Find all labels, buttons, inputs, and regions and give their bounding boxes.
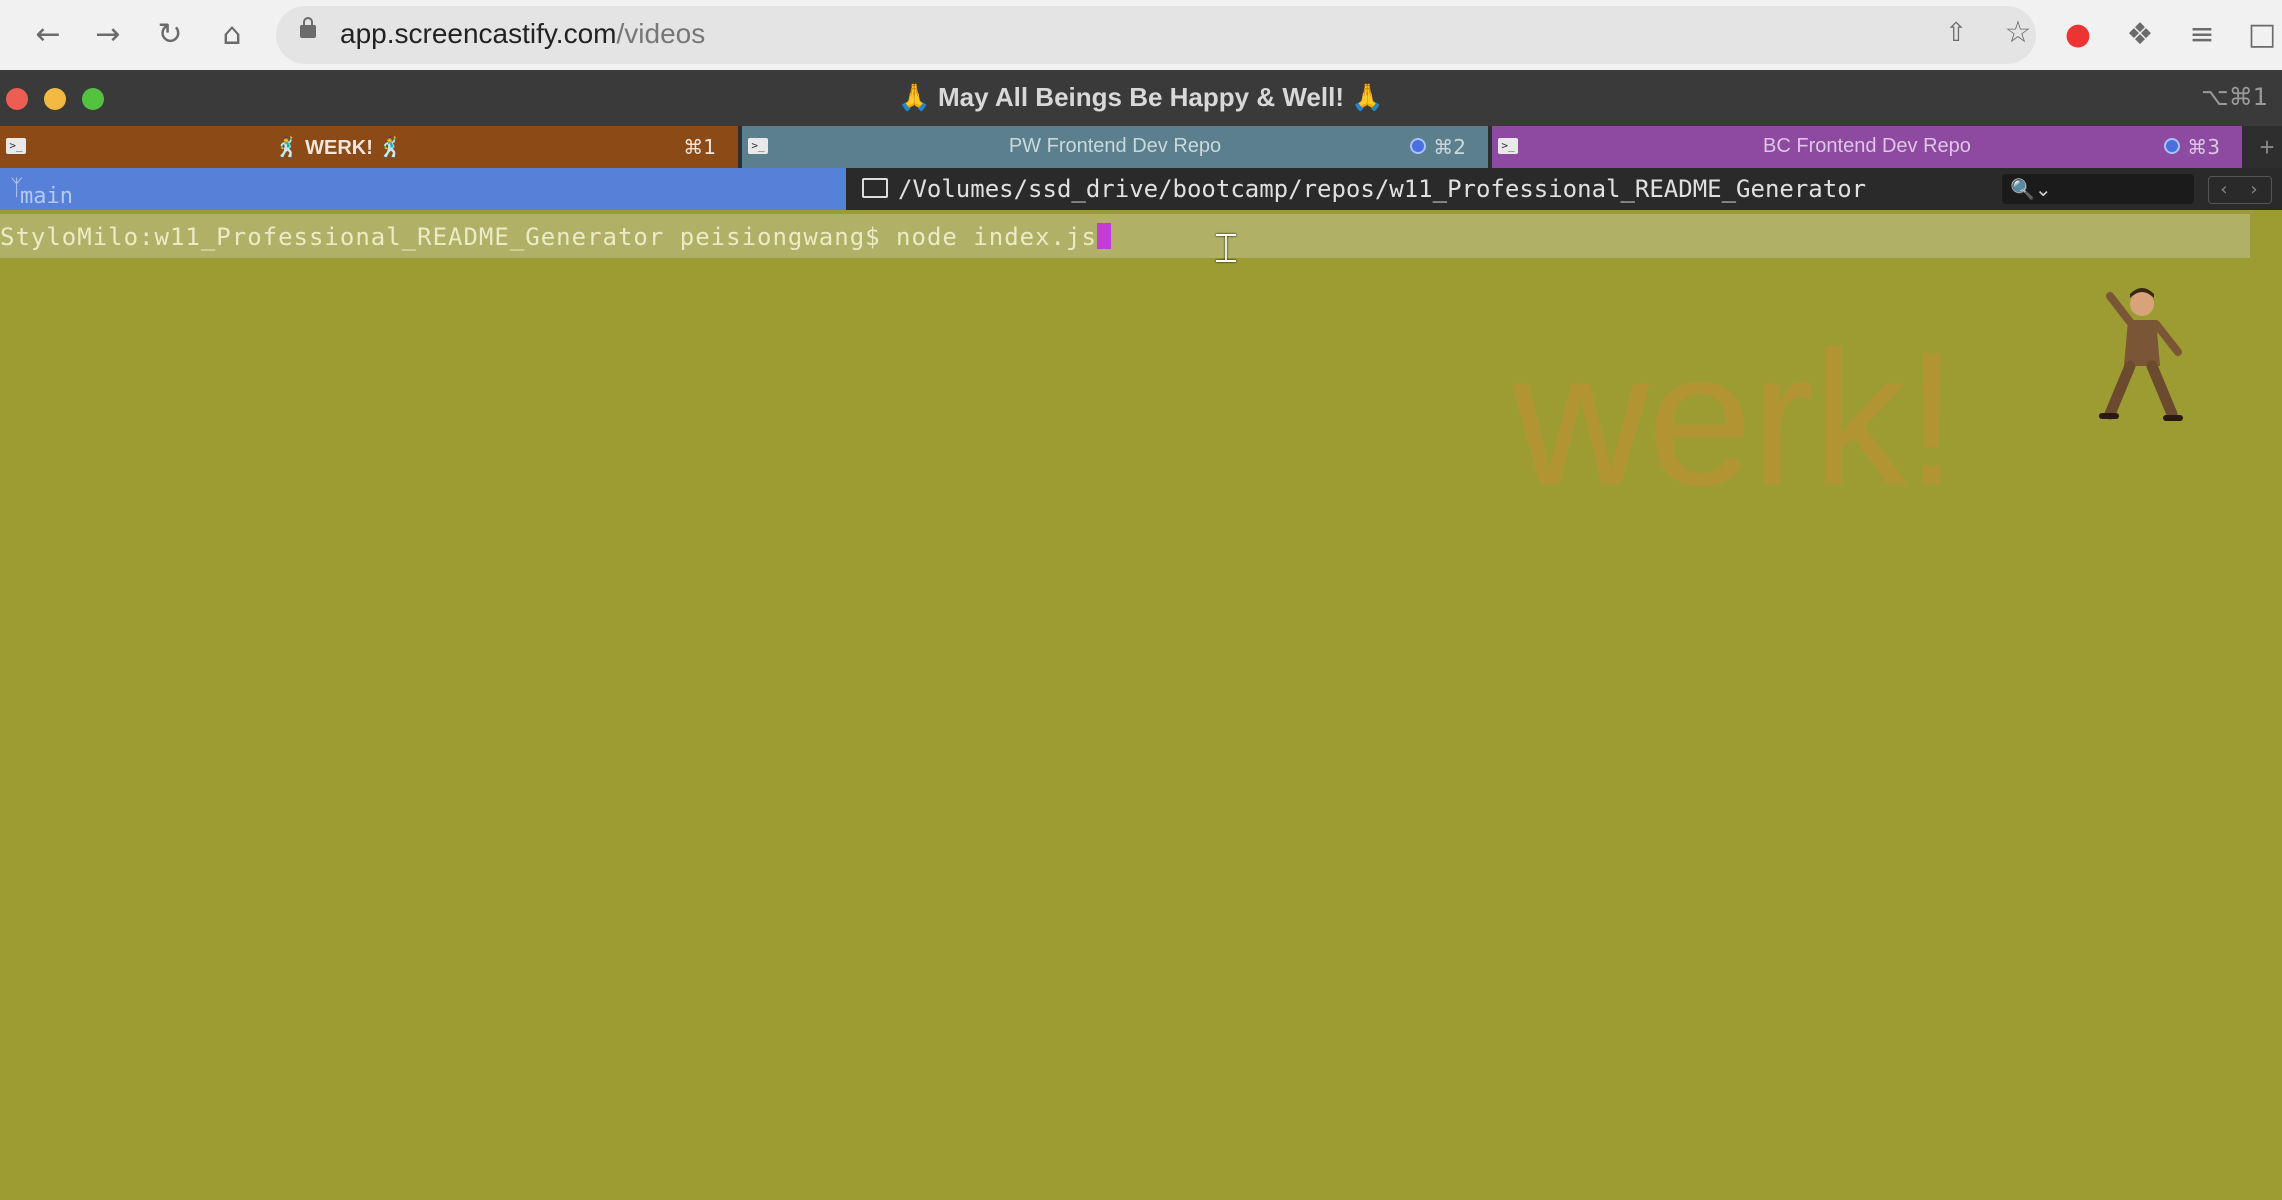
folder-icon xyxy=(862,178,888,198)
git-branch-segment[interactable]: ᛉ main xyxy=(0,168,846,210)
search-input[interactable]: 🔍⌄ xyxy=(2002,174,2194,204)
search-navigation: ‹ › xyxy=(2208,176,2272,204)
tab-bc-frontend-dev-repo[interactable]: >_ BC Frontend Dev Repo ⌘3 xyxy=(1492,126,2242,168)
add-tab-button[interactable]: + xyxy=(2252,126,2282,168)
ibeam-cursor-icon: ⌶ xyxy=(1214,226,1238,272)
tab-label: BC Frontend Dev Repo xyxy=(1763,135,1971,157)
window-shortcut: ⌥⌘1 xyxy=(2201,83,2268,111)
window-title: 🙏 May All Beings Be Happy & Well! 🙏 xyxy=(898,82,1384,112)
activity-dot-icon xyxy=(1410,138,1426,154)
text-cursor xyxy=(1096,223,1111,249)
terminal-pane[interactable]: StyloMilo:w11_Professional_README_Genera… xyxy=(0,210,2282,1200)
current-directory-path: /Volumes/ssd_drive/bootcamp/repos/w11_Pr… xyxy=(898,175,1867,203)
dancing-man-icon xyxy=(2099,288,2183,421)
search-icon: 🔍⌄ xyxy=(2010,177,2052,201)
current-directory[interactable]: /Volumes/ssd_drive/bootcamp/repos/w11_Pr… xyxy=(862,175,1866,203)
browser-toolbar: ← → ↻ ⌂ app.screencastify.com/videos ⇧ ☆… xyxy=(0,0,2282,71)
current-line-highlight: StyloMilo:w11_Professional_README_Genera… xyxy=(0,214,2250,258)
bookmark-star-icon[interactable]: ☆ xyxy=(2000,12,2036,54)
reading-list-icon[interactable]: ≡ xyxy=(2184,14,2220,56)
tab-label: PW Frontend Dev Repo xyxy=(1008,135,1222,157)
tab-pw-frontend-dev-repo[interactable]: >_ PW Frontend Dev Repo ⌘2 xyxy=(742,126,1488,168)
side-panel-icon[interactable]: □ xyxy=(2244,14,2280,56)
status-bar: ᛉ main /Volumes/ssd_drive/bootcamp/repos… xyxy=(0,168,2282,210)
next-match-icon[interactable]: › xyxy=(2239,177,2269,203)
tab-bar: >_ 🕺 WERK! 🕺 ⌘1 >_ PW Frontend Dev Repo … xyxy=(0,126,2282,168)
screencastify-icon[interactable]: ● xyxy=(2060,14,2096,56)
tab-shortcut: ⌘3 xyxy=(2187,135,2220,159)
git-branch-label: ᛉ main xyxy=(10,176,73,209)
command-text: StyloMilo:w11_Professional_README_Genera… xyxy=(0,223,1097,251)
lock-icon[interactable] xyxy=(300,17,316,38)
tab-shortcut: ⌘1 xyxy=(683,135,716,159)
url-text[interactable]: app.screencastify.com/videos xyxy=(340,18,705,50)
reload-icon[interactable]: ↻ xyxy=(152,14,188,56)
window-titlebar: 🙏 May All Beings Be Happy & Well! 🙏 ⌥⌘1 xyxy=(0,70,2282,126)
tab-shortcut: ⌘2 xyxy=(1433,135,1466,159)
home-icon[interactable]: ⌂ xyxy=(214,14,250,56)
previous-match-icon[interactable]: ‹ xyxy=(2209,177,2239,203)
background-watermark: werk! xyxy=(1512,313,1958,525)
forward-arrow-icon[interactable]: → xyxy=(90,14,126,56)
tab-werk[interactable]: >_ 🕺 WERK! 🕺 ⌘1 xyxy=(0,126,738,168)
tab-label: 🕺 WERK! 🕺 xyxy=(274,137,404,159)
extensions-icon[interactable]: ❖ xyxy=(2122,14,2158,56)
address-bar[interactable]: app.screencastify.com/videos ⇧ ☆ xyxy=(276,6,2036,64)
share-icon[interactable]: ⇧ xyxy=(1938,12,1974,54)
back-arrow-icon[interactable]: ← xyxy=(30,14,66,56)
command-line[interactable]: StyloMilo:w11_Professional_README_Genera… xyxy=(0,223,1111,251)
activity-dot-icon xyxy=(2164,138,2180,154)
